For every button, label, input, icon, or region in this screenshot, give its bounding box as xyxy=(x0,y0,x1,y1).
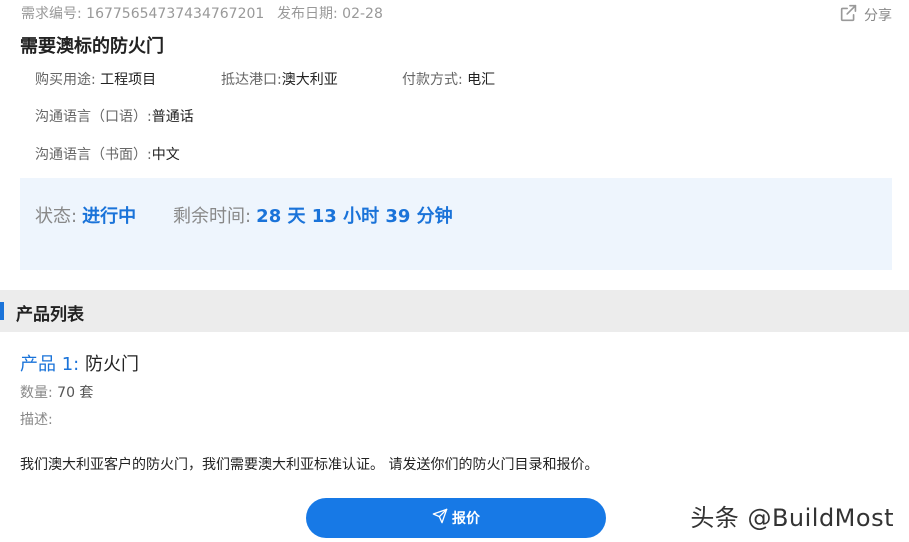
spoken-language-value: 普通话 xyxy=(151,109,194,125)
page-title: 需要澳标的防火门 xyxy=(20,36,164,57)
written-language-field: 沟通语言（书面）:中文 xyxy=(35,144,180,164)
payment-label: 付款方式: xyxy=(402,72,463,88)
description-text: 我们澳大利亚客户的防火门，我们需要澳大利亚标准认证。 请发送你们的防火门目录和报… xyxy=(20,457,599,473)
port-value: 澳大利亚 xyxy=(281,72,338,88)
product-title: 产品 1: 防火门 xyxy=(20,350,139,376)
product-quantity: 数量: 70 套 xyxy=(20,382,93,402)
status-panel: 状态: 进行中 剩余时间: 28 天 13 小时 39 分钟 xyxy=(20,178,892,270)
written-language-label: 沟通语言（书面）: xyxy=(35,147,152,163)
product-name: 防火门 xyxy=(84,354,139,375)
status-value: 进行中 xyxy=(82,206,137,227)
remaining-time-label: 剩余时间: xyxy=(173,206,252,227)
purpose-value: 工程项目 xyxy=(100,72,157,88)
quantity-label: 数量: xyxy=(20,385,53,401)
request-number: 需求编号: 16775654737434767201 xyxy=(21,6,265,22)
spoken-language-field: 沟通语言（口语）:普通话 xyxy=(35,106,194,126)
publish-date: 发布日期: 02-28 xyxy=(277,6,383,22)
request-meta: 需求编号: 16775654737434767201 发布日期: 02-28 xyxy=(21,3,383,23)
share-icon xyxy=(838,2,860,28)
port-field: 抵达港口:澳大利亚 xyxy=(221,69,338,89)
share-button[interactable]: 分享 xyxy=(838,2,892,28)
remaining-time-value: 28 天 13 小时 39 分钟 xyxy=(256,206,453,227)
quantity-value: 70 套 xyxy=(57,385,94,401)
quote-button-label: 报价 xyxy=(452,511,480,527)
spoken-language-label: 沟通语言（口语）: xyxy=(35,109,152,125)
payment-field: 付款方式: 电汇 xyxy=(402,69,495,89)
payment-value: 电汇 xyxy=(467,72,496,88)
share-label: 分享 xyxy=(864,8,892,24)
status-field: 状态: 进行中 xyxy=(35,202,136,228)
product-list-header: 产品列表 xyxy=(0,290,909,332)
section-title: 产品列表 xyxy=(16,305,84,325)
paper-plane-icon xyxy=(432,508,448,528)
purpose-label: 购买用途: xyxy=(35,72,96,88)
port-label: 抵达港口: xyxy=(221,72,282,88)
section-accent-bar xyxy=(0,302,4,320)
watermark: 头条 @BuildMost xyxy=(690,504,894,532)
purpose-field: 购买用途: 工程项目 xyxy=(35,69,156,89)
quote-button[interactable]: 报价 xyxy=(306,498,606,538)
written-language-value: 中文 xyxy=(151,147,180,163)
info-row-1: 购买用途: 工程项目 抵达港口:澳大利亚 付款方式: 电汇 xyxy=(35,69,555,89)
product-index-label: 产品 1: xyxy=(20,354,80,375)
description-label: 描述: xyxy=(20,412,53,428)
status-label: 状态: xyxy=(35,206,78,227)
remaining-time-field: 剩余时间: 28 天 13 小时 39 分钟 xyxy=(173,202,453,228)
